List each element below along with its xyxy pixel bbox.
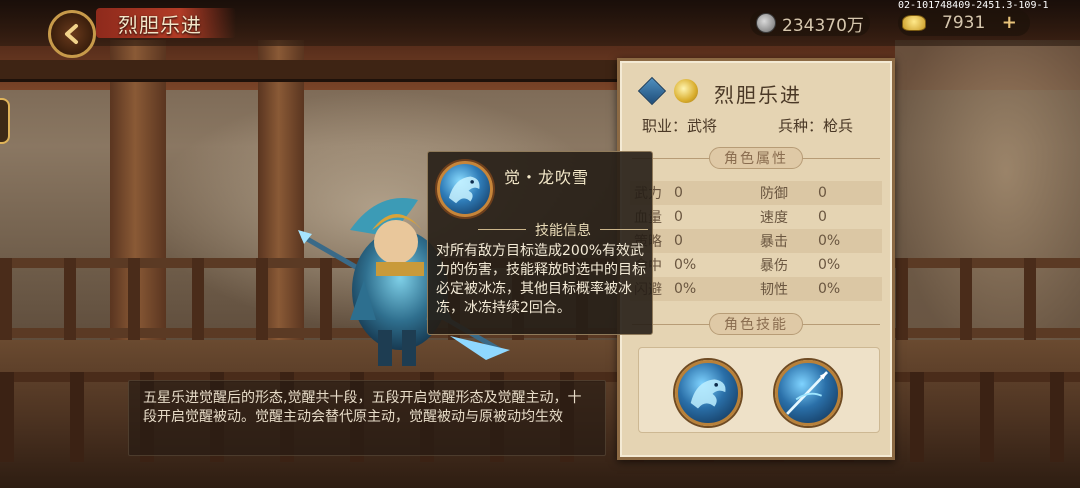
attribute-value: 0 bbox=[818, 209, 827, 225]
attribute-row: 闪避 0% 韧性 0% bbox=[630, 277, 882, 301]
troop-type-label: 兵种：枪兵 bbox=[778, 117, 854, 135]
gold-currency: 7931 + bbox=[898, 10, 1030, 36]
ice-spear-icon bbox=[786, 371, 829, 415]
server-id: 02-101748409-2451.3-109-1 bbox=[898, 0, 1049, 11]
attribute-value: 0 bbox=[674, 185, 683, 201]
attribute-value: 0 bbox=[674, 233, 683, 249]
skill-ice-dragon-icon[interactable] bbox=[675, 360, 741, 426]
attribute-value: 0% bbox=[818, 281, 841, 297]
attribute-label: 韧性 bbox=[760, 282, 788, 298]
silver-value: 234370万 bbox=[782, 15, 864, 36]
add-gold-button[interactable]: + bbox=[999, 13, 1019, 33]
attribute-value: 0% bbox=[818, 233, 841, 249]
skills-title: 角色技能 bbox=[709, 313, 803, 335]
hero-description: 五星乐进觉醒后的形态,觉醒共十段，五段开启觉醒形态及觉醒主动，十段开启觉醒被动。… bbox=[143, 390, 582, 425]
skill-spear-icon[interactable] bbox=[775, 360, 841, 426]
attribute-value: 0 bbox=[818, 185, 827, 201]
hero-description-box: 五星乐进觉醒后的形态,觉醒共十段，五段开启觉醒形态及觉醒主动，十段开启觉醒被动。… bbox=[128, 380, 606, 456]
skill-tooltip: 觉・龙吹雪 技能信息 对所有敌方目标造成200%有效武力的伤害，技能释放时选中的… bbox=[427, 151, 653, 335]
page-title: 烈胆乐进 bbox=[118, 13, 202, 37]
background-roof-edge bbox=[0, 60, 680, 82]
attribute-value: 0% bbox=[674, 257, 697, 273]
attribute-table: 武力 0 防御 0 血量 0 速度 0 策略 0 暴击 0% 命中 0% 暴伤 bbox=[630, 181, 882, 301]
hero-info-panel: 烈胆乐进 职业：武将 兵种：枪兵 角色属性 武力 0 防御 0 血量 0 速度 … bbox=[617, 58, 895, 460]
attribute-row: 命中 0% 暴伤 0% bbox=[630, 253, 882, 277]
ice-dragon-icon bbox=[690, 379, 726, 409]
ice-dragon-icon bbox=[448, 176, 480, 204]
back-arrow-icon bbox=[65, 24, 78, 44]
hero-name: 烈胆乐进 bbox=[714, 83, 802, 107]
gold-ingot-icon bbox=[902, 15, 926, 31]
tooltip-skill-icon bbox=[437, 161, 493, 217]
tooltip-skill-name: 觉・龙吹雪 bbox=[504, 168, 590, 187]
attribute-label: 暴击 bbox=[760, 234, 788, 250]
attribute-label: 防御 bbox=[760, 186, 788, 202]
profession-label: 职业：武将 bbox=[642, 117, 718, 135]
rank-diamond-icon bbox=[637, 76, 667, 106]
silver-coin-icon bbox=[756, 13, 776, 33]
attribute-value: 0% bbox=[818, 257, 841, 273]
attribute-value: 0 bbox=[674, 209, 683, 225]
attributes-header: 角色属性 bbox=[620, 147, 892, 169]
attribute-label: 速度 bbox=[760, 210, 788, 226]
attribute-row: 武力 0 防御 0 bbox=[630, 181, 882, 205]
attribute-value: 0% bbox=[674, 281, 697, 297]
silver-currency: 234370万 bbox=[750, 10, 870, 36]
attribute-label: 暴伤 bbox=[760, 258, 788, 274]
left-edge-tab[interactable] bbox=[0, 98, 10, 144]
skills-header: 角色技能 bbox=[620, 313, 892, 335]
attribute-row: 血量 0 速度 0 bbox=[630, 205, 882, 229]
attribute-row: 策略 0 暴击 0% bbox=[630, 229, 882, 253]
tooltip-skill-description: 对所有敌方目标造成200%有效武力的伤害，技能释放时选中的目标必定被冰冻，其他目… bbox=[436, 243, 646, 316]
attributes-title: 角色属性 bbox=[709, 147, 803, 169]
tooltip-section-label: 技能信息 bbox=[478, 220, 648, 240]
element-sun-icon bbox=[674, 79, 698, 103]
gold-value: 7931 bbox=[942, 13, 986, 33]
skills-area bbox=[638, 347, 880, 433]
back-button[interactable] bbox=[48, 10, 96, 58]
